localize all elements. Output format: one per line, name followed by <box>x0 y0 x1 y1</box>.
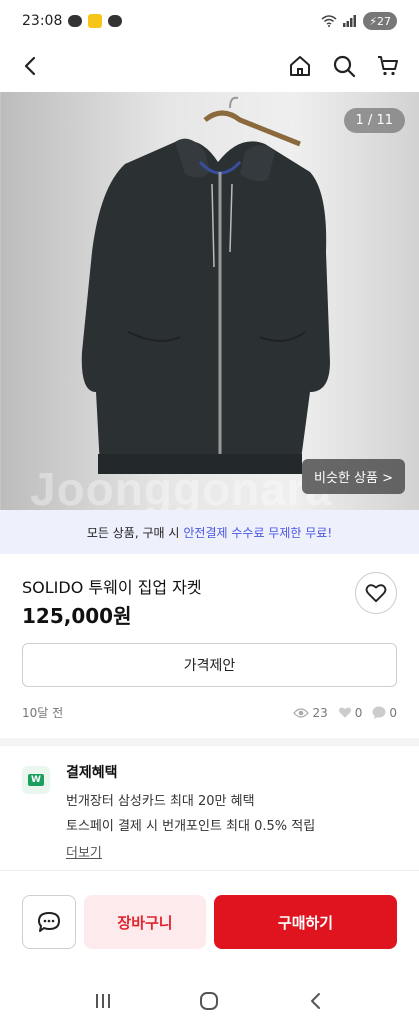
benefit-line: 번개장터 삼성카드 최대 20만 혜택 <box>66 794 255 809</box>
similar-products-button[interactable]: 비슷한 상품 > <box>302 459 405 494</box>
battery-indicator: ⚡ 27 <box>363 12 397 30</box>
battery-level: 27 <box>377 14 391 28</box>
status-bar: 23:08 ⚡ 27 <box>0 0 419 42</box>
stats: 23 0 0 <box>287 706 397 720</box>
chat-notification-icon <box>68 15 83 27</box>
app-header <box>0 42 419 90</box>
product-price: 125,000원 <box>22 604 132 628</box>
system-nav-bar <box>0 978 419 1024</box>
chat-icon <box>38 912 60 932</box>
recent-apps-icon[interactable] <box>93 992 113 1010</box>
price-offer-button[interactable]: 가격제안 <box>22 643 397 687</box>
heart-icon <box>365 584 387 603</box>
promo-text: 모든 상품, 구매 시 <box>86 525 180 540</box>
kakao-notification-icon <box>88 14 103 28</box>
wallet-badge-icon: W <box>22 766 50 794</box>
bottom-action-bar: 장바구니 구매하기 <box>0 870 419 970</box>
heart-small-icon <box>338 707 351 718</box>
chat-count: 0 <box>389 705 397 720</box>
like-count: 0 <box>354 705 363 720</box>
more-link[interactable]: 더보기 <box>66 842 102 861</box>
chat-small-icon <box>372 706 386 719</box>
status-time: 23:08 <box>22 13 63 29</box>
benefit-line: 토스페이 결제 시 번개포인트 최대 0.5% 적립 <box>66 819 316 834</box>
home-nav-icon[interactable] <box>199 991 219 1011</box>
benefit-title: 결제혜택 <box>66 765 118 781</box>
chat-button[interactable] <box>22 895 76 949</box>
chat-notification-icon-2 <box>108 15 123 27</box>
meta-row: 10달 전 23 0 0 <box>22 704 397 721</box>
jacket-photo <box>0 92 331 510</box>
favorite-button[interactable] <box>355 572 397 614</box>
back-arrow-icon[interactable] <box>18 53 44 79</box>
posted-time: 10달 전 <box>22 706 64 720</box>
eye-icon <box>293 707 310 718</box>
wallet-badge-label: W <box>28 774 44 786</box>
product-title: SOLIDO 투웨이 집업 자켓 <box>22 578 202 597</box>
payment-benefit: W 결제혜택 번개장터 삼성카드 최대 20만 혜택 토스페이 결제 시 번개포… <box>22 762 397 861</box>
home-icon[interactable] <box>287 53 313 79</box>
image-counter: 1 / 11 <box>343 108 405 133</box>
promo-highlight: 안전결제 수수료 무제한 무료! <box>183 525 333 540</box>
view-count: 23 <box>312 705 328 720</box>
watermark: Joonggonara <box>30 463 333 510</box>
promo-banner[interactable]: 모든 상품, 구매 시 안전결제 수수료 무제한 무료! <box>0 510 419 554</box>
product-image[interactable]: 1 / 11 Joonggonara 비슷한 상품 > <box>0 92 419 510</box>
section-divider <box>0 738 419 746</box>
back-nav-icon[interactable] <box>306 991 326 1011</box>
buy-button[interactable]: 구매하기 <box>214 895 397 949</box>
cart-icon[interactable] <box>375 53 401 79</box>
add-to-cart-button[interactable]: 장바구니 <box>84 895 206 949</box>
signal-icon <box>343 15 357 27</box>
wifi-icon <box>321 15 337 27</box>
search-icon[interactable] <box>331 53 357 79</box>
